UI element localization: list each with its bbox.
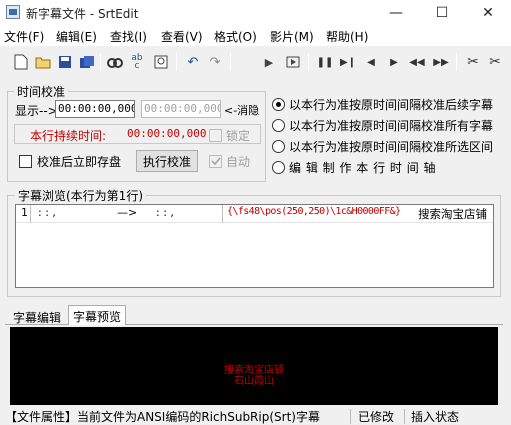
row-end-time: : : , [156, 206, 174, 219]
lock-label: 锁定 [226, 129, 251, 143]
window-title: 新字幕文件 - SrtEdit [26, 7, 139, 21]
spell-check-icon[interactable]: ab c [126, 51, 148, 73]
option-all-radio[interactable] [272, 119, 285, 132]
duration-label: 本行持续时间: [30, 129, 107, 143]
menu-help[interactable]: 帮助(H) [326, 28, 368, 45]
option-range-radio[interactable] [272, 140, 285, 153]
menu-edit[interactable]: 编辑(E) [56, 28, 97, 45]
cancel-label[interactable]: <-消隐 [224, 102, 259, 118]
redo-icon[interactable]: ↷ [204, 51, 226, 73]
row-index: 1 [21, 206, 28, 219]
option-subsequent-radio[interactable] [272, 98, 285, 111]
menu-movie[interactable]: 影片(M) [270, 28, 314, 45]
arrow-right-icon[interactable]: ▶ [383, 51, 405, 73]
tab-subtitle-edit[interactable]: 字幕编辑 [9, 307, 65, 327]
menu-format[interactable]: 格式(O) [214, 28, 257, 45]
toolbar: ab c ↶ ↷ ▶ ❚❚ ▶❙ ◀ ▶ ◀◀ ▶▶ ✂ ✂ [0, 48, 511, 76]
open-folder-icon[interactable] [32, 51, 54, 73]
browser-group-title: 字幕浏览(本行为第1行) [15, 187, 146, 204]
status-file-info: 【文件属性】当前文件为ANSI编码的RichSubRip(Srt)字幕 [5, 410, 320, 424]
column-divider [30, 205, 31, 223]
row-start-time: : : , [38, 206, 56, 219]
row-arrow: —> [117, 206, 138, 219]
timing-group-title: 时间校准 [14, 83, 69, 100]
new-file-icon[interactable] [10, 51, 32, 73]
preview-icon[interactable] [150, 51, 172, 73]
title-bar: 新字幕文件 - SrtEdit — ☐ ✕ [0, 0, 511, 25]
status-insert-mode: 插入状态 [411, 410, 460, 424]
toolbar-separator [230, 53, 231, 71]
menu-view[interactable]: 查看(V) [161, 28, 203, 45]
subtitle-preview-area: 搜索淘宝店铺 石山霞山 [10, 327, 498, 405]
status-divider [350, 409, 351, 424]
save-all-icon[interactable] [76, 51, 98, 73]
rewind-icon[interactable]: ◀◀ [406, 51, 428, 73]
toolbar-separator [308, 53, 309, 71]
table-row[interactable]: 1 : : , —> : : , {\fs48\pos(250,250)\1c&… [16, 205, 493, 223]
display-label: 显示--> [15, 104, 58, 118]
display-end-field[interactable]: 00:00:00,000 [141, 100, 221, 118]
play-frame-icon[interactable] [282, 51, 304, 73]
next-icon[interactable]: ▶❙ [337, 51, 359, 73]
minimize-button[interactable]: — [373, 0, 419, 25]
mark-end-icon[interactable]: ✂ [484, 51, 506, 73]
undo-icon[interactable]: ↶ [182, 51, 204, 73]
maximize-button[interactable]: ☐ [419, 0, 465, 25]
lock-checkbox[interactable] [209, 129, 222, 142]
preview-line-2: 石山霞山 [234, 376, 274, 387]
auto-checkbox[interactable] [209, 155, 222, 168]
option-timeline-radio[interactable] [272, 161, 285, 174]
duration-value: 00:00:00,000 [127, 127, 207, 140]
menu-find[interactable]: 查找(I) [110, 28, 147, 45]
preview-text: 搜索淘宝店铺 石山霞山 [10, 365, 498, 387]
save-after-checkbox[interactable] [19, 155, 32, 168]
save-icon[interactable] [54, 51, 76, 73]
option-subsequent-label: 以本行为准按原时间间隔校准后续字幕 [289, 98, 494, 112]
option-timeline-label: 编 辑 制 作 本 行 时 间 轴 [289, 161, 436, 175]
tab-subtitle-preview[interactable]: 字幕预览 [68, 305, 127, 325]
subtitle-list[interactable]: 1 : : , —> : : , {\fs48\pos(250,250)\1c&… [15, 204, 494, 288]
status-divider [404, 409, 405, 424]
column-divider [222, 205, 223, 223]
execute-calibration-button[interactable]: 执行校准 [136, 150, 198, 172]
pause-icon[interactable]: ❚❚ [314, 51, 336, 73]
arrow-left-icon[interactable]: ◀ [360, 51, 382, 73]
status-modified: 已修改 [358, 410, 395, 424]
option-range-label: 以本行为准按原时间间隔校准所选区间 [289, 140, 494, 154]
mark-start-icon[interactable]: ✂ [462, 51, 484, 73]
display-start-field[interactable]: 00:00:00,000 [55, 100, 135, 118]
row-text: 搜索淘宝店铺 [418, 207, 487, 221]
toolbar-separator [456, 53, 457, 71]
auto-label: 自动 [226, 155, 251, 169]
fast-forward-icon[interactable]: ▶▶ [430, 51, 452, 73]
preview-line-1: 搜索淘宝店铺 [224, 365, 284, 376]
menu-bar: 文件(F) 编辑(E) 查找(I) 查看(V) 格式(O) 影片(M) 帮助(H… [0, 25, 511, 46]
menu-file[interactable]: 文件(F) [4, 28, 44, 45]
find-icon[interactable] [104, 51, 126, 73]
app-icon [6, 5, 20, 19]
option-all-label: 以本行为准按原时间间隔校准所有字幕 [289, 119, 494, 133]
play-icon[interactable]: ▶ [258, 51, 280, 73]
row-format-tag: {\fs48\pos(250,250)\1c&H0000FF&} [227, 206, 401, 217]
save-after-label: 校准后立即存盘 [37, 155, 122, 169]
status-bar: 【文件属性】当前文件为ANSI编码的RichSubRip(Srt)字幕 已修改 … [0, 408, 511, 425]
toolbar-separator [176, 53, 177, 71]
toolbar-separator [100, 53, 101, 71]
close-button[interactable]: ✕ [465, 0, 511, 25]
